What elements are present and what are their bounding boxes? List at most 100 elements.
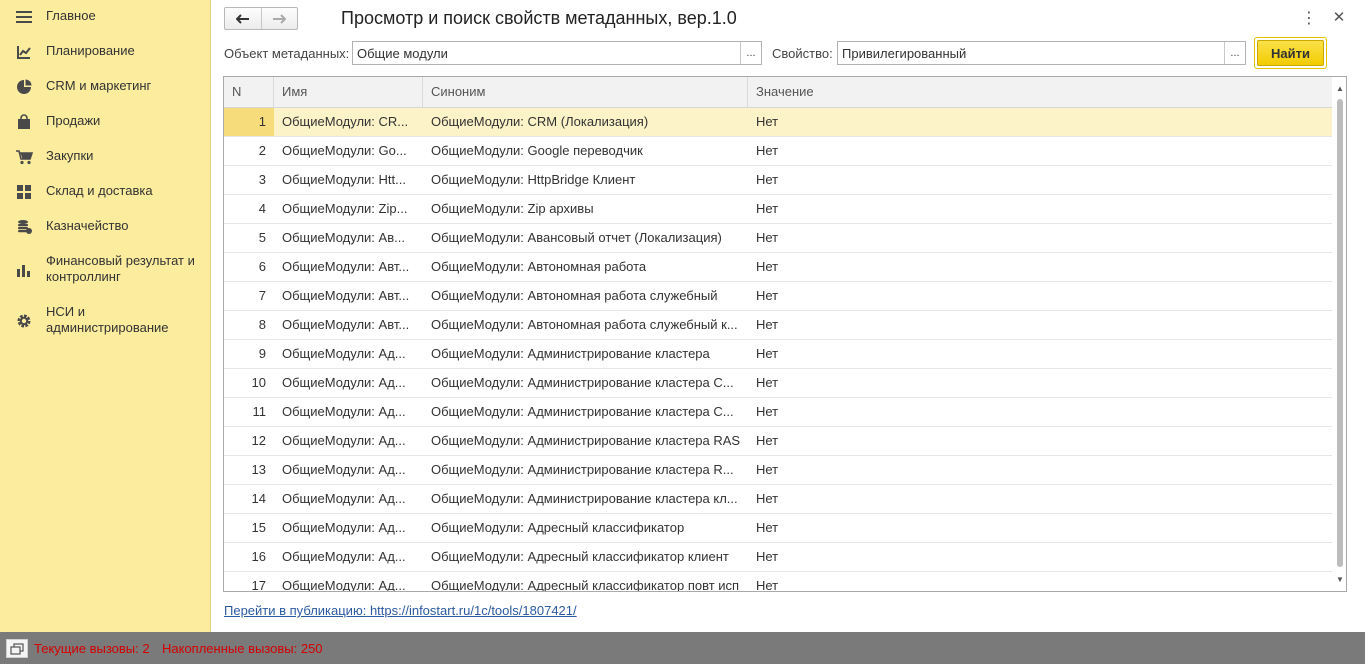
table-row[interactable]: 14 ОбщиеМодули: Ад... ОбщиеМодули: Админис… bbox=[224, 485, 1332, 514]
table-row[interactable]: 12 ОбщиеМодули: Ад... ОбщиеМодули: Админис… bbox=[224, 427, 1332, 456]
scroll-up-icon[interactable]: ▲ bbox=[1334, 83, 1346, 95]
arrow-left-icon bbox=[235, 13, 249, 24]
table-row[interactable]: 15 ОбщиеМодули: Ад... ОбщиеМодули: Адресны… bbox=[224, 514, 1332, 543]
cell-synonym: ОбщиеМодули: Администрирование кластера bbox=[431, 346, 710, 361]
cell-synonym: ОбщиеМодули: Zip архивы bbox=[431, 201, 594, 216]
cell-value: Нет bbox=[756, 433, 779, 448]
cell-name: ОбщиеМодули: Ад... bbox=[282, 549, 406, 564]
cart-icon bbox=[15, 148, 33, 166]
cell-synonym: ОбщиеМодули: Google переводчик bbox=[431, 143, 643, 158]
table-row[interactable]: 1 ОбщиеМодули: CR... ОбщиеМодули: CRM (Лок… bbox=[224, 108, 1332, 137]
sidebar-item-label: Главное bbox=[46, 8, 96, 23]
gear-icon bbox=[15, 312, 33, 330]
menu-icon bbox=[15, 8, 33, 26]
cell-name: ОбщиеМодули: Ад... bbox=[282, 462, 406, 477]
pie-chart-icon bbox=[15, 78, 33, 96]
property-select-button[interactable]: ... bbox=[1224, 42, 1245, 64]
cell-synonym: ОбщиеМодули: Автономная работа служебный… bbox=[431, 317, 738, 332]
property-input[interactable] bbox=[838, 42, 1224, 64]
forward-button[interactable] bbox=[260, 8, 297, 29]
cell-n: 8 bbox=[258, 317, 266, 332]
table-row[interactable]: 5 ОбщиеМодули: Ав... ОбщиеМодули: Авансовы… bbox=[224, 224, 1332, 253]
cell-value: Нет bbox=[756, 404, 779, 419]
cell-synonym: ОбщиеМодули: Адресный классификатор клие… bbox=[431, 549, 729, 564]
sidebar-item-label: Финансовый результат и контроллинг bbox=[46, 253, 195, 284]
table-row[interactable]: 3 ОбщиеМодули: Htt... ОбщиеМодули: HttpBri… bbox=[224, 166, 1332, 195]
table-row[interactable]: 11 ОбщиеМодули: Ад... ОбщиеМодули: Админис… bbox=[224, 398, 1332, 427]
column-header-synonym[interactable]: Синоним bbox=[423, 77, 748, 107]
cell-n: 11 bbox=[252, 404, 267, 419]
sidebar: Главное Планирование CRM и маркетинг Про… bbox=[0, 0, 211, 632]
cell-name: ОбщиеМодули: Htt... bbox=[282, 172, 406, 187]
cell-synonym: ОбщиеМодули: HttpBridge Клиент bbox=[431, 172, 636, 187]
cell-synonym: ОбщиеМодули: Администрирование кластера … bbox=[431, 462, 734, 477]
cell-value: Нет bbox=[756, 143, 779, 158]
cell-name: ОбщиеМодули: Ад... bbox=[282, 404, 406, 419]
table-row[interactable]: 17 ОбщиеМодули: Ад... ОбщиеМодули: Адресны… bbox=[224, 572, 1332, 592]
cell-value: Нет bbox=[756, 288, 779, 303]
cell-value: Нет bbox=[756, 549, 779, 564]
cell-value: Нет bbox=[756, 520, 779, 535]
cell-n: 1 bbox=[224, 108, 274, 136]
table-row[interactable]: 2 ОбщиеМодули: Go... ОбщиеМодули: Google п… bbox=[224, 137, 1332, 166]
sidebar-item-label: Продажи bbox=[46, 113, 101, 128]
cell-synonym: ОбщиеМодули: Администрирование кластера … bbox=[431, 433, 741, 448]
cell-name: ОбщиеМодули: Ад... bbox=[282, 491, 406, 506]
table-row[interactable]: 16 ОбщиеМодули: Ад... ОбщиеМодули: Адресны… bbox=[224, 543, 1332, 572]
cell-name: ОбщиеМодули: CR... bbox=[282, 114, 409, 129]
cell-n: 3 bbox=[258, 172, 266, 187]
scroll-down-icon[interactable]: ▼ bbox=[1334, 574, 1346, 586]
table-row[interactable]: 8 ОбщиеМодули: Авт... ОбщиеМодули: Автоном… bbox=[224, 311, 1332, 340]
cell-n: 5 bbox=[258, 230, 266, 245]
cell-n: 7 bbox=[258, 288, 266, 303]
property-field: ... bbox=[837, 41, 1246, 65]
cell-value: Нет bbox=[756, 346, 779, 361]
cell-name: ОбщиеМодули: Ад... bbox=[282, 346, 406, 361]
find-button-wrap: Найти bbox=[1254, 37, 1327, 69]
find-button[interactable]: Найти bbox=[1257, 40, 1324, 66]
cell-value: Нет bbox=[756, 172, 779, 187]
object-label: Объект метаданных: bbox=[224, 46, 350, 61]
cell-n: 14 bbox=[251, 491, 266, 506]
cell-n: 6 bbox=[258, 259, 266, 274]
cell-name: ОбщиеМодули: Zip... bbox=[282, 201, 408, 216]
cell-n: 15 bbox=[251, 520, 266, 535]
table-row[interactable]: 4 ОбщиеМодули: Zip... ОбщиеМодули: Zip арх… bbox=[224, 195, 1332, 224]
coins-icon bbox=[15, 218, 33, 236]
table-row[interactable]: 9 ОбщиеМодули: Ад... ОбщиеМодули: Админист… bbox=[224, 340, 1332, 369]
cell-value: Нет bbox=[756, 491, 779, 506]
table-row[interactable]: 10 ОбщиеМодули: Ад... ОбщиеМодули: Админис… bbox=[224, 369, 1332, 398]
table-row[interactable]: 6 ОбщиеМодули: Авт... ОбщиеМодули: Автоном… bbox=[224, 253, 1332, 282]
cell-synonym: ОбщиеМодули: Администрирование кластера … bbox=[431, 375, 734, 390]
publication-link[interactable]: Перейти в публикацию: https://infostart.… bbox=[224, 603, 577, 618]
more-actions-icon[interactable]: ⋮ bbox=[1301, 9, 1317, 27]
cell-value: Нет bbox=[756, 375, 779, 390]
cell-n: 16 bbox=[251, 549, 266, 564]
scroll-thumb[interactable] bbox=[1337, 99, 1343, 567]
vertical-scrollbar[interactable]: ▲ ▼ bbox=[1334, 77, 1346, 591]
close-icon[interactable]: ✕ bbox=[1332, 8, 1346, 26]
cell-value: Нет bbox=[756, 578, 779, 592]
cell-synonym: ОбщиеМодули: Администрирование кластера … bbox=[431, 404, 734, 419]
shopping-bag-icon bbox=[15, 113, 33, 131]
object-select-button[interactable]: ... bbox=[740, 42, 761, 64]
results-table: N Имя Синоним Значение 1 ОбщиеМодули: CR.… bbox=[223, 76, 1347, 592]
object-input[interactable] bbox=[353, 42, 740, 64]
table-row[interactable]: 13 ОбщиеМодули: Ад... ОбщиеМодули: Админис… bbox=[224, 456, 1332, 485]
sidebar-item-label: НСИ и администрирование bbox=[46, 304, 169, 335]
column-header-n[interactable]: N bbox=[224, 77, 274, 107]
column-header-name[interactable]: Имя bbox=[274, 77, 423, 107]
status-bar: Текущие вызовы: 2 Накопленные вызовы: 25… bbox=[0, 632, 1365, 664]
total-calls: Накопленные вызовы: 250 bbox=[162, 641, 323, 656]
cell-value: Нет bbox=[756, 317, 779, 332]
back-button[interactable] bbox=[225, 8, 261, 29]
cell-name: ОбщиеМодули: Авт... bbox=[282, 288, 410, 303]
cell-name: ОбщиеМодули: Ав... bbox=[282, 230, 405, 245]
cell-synonym: ОбщиеМодули: Адресный классификатор повт… bbox=[431, 578, 740, 592]
cell-n: 12 bbox=[251, 433, 266, 448]
cell-n: 2 bbox=[258, 143, 266, 158]
column-header-value[interactable]: Значение bbox=[748, 77, 1332, 107]
windows-icon[interactable] bbox=[6, 639, 28, 658]
cell-n: 13 bbox=[251, 462, 266, 477]
table-row[interactable]: 7 ОбщиеМодули: Авт... ОбщиеМодули: Автоном… bbox=[224, 282, 1332, 311]
